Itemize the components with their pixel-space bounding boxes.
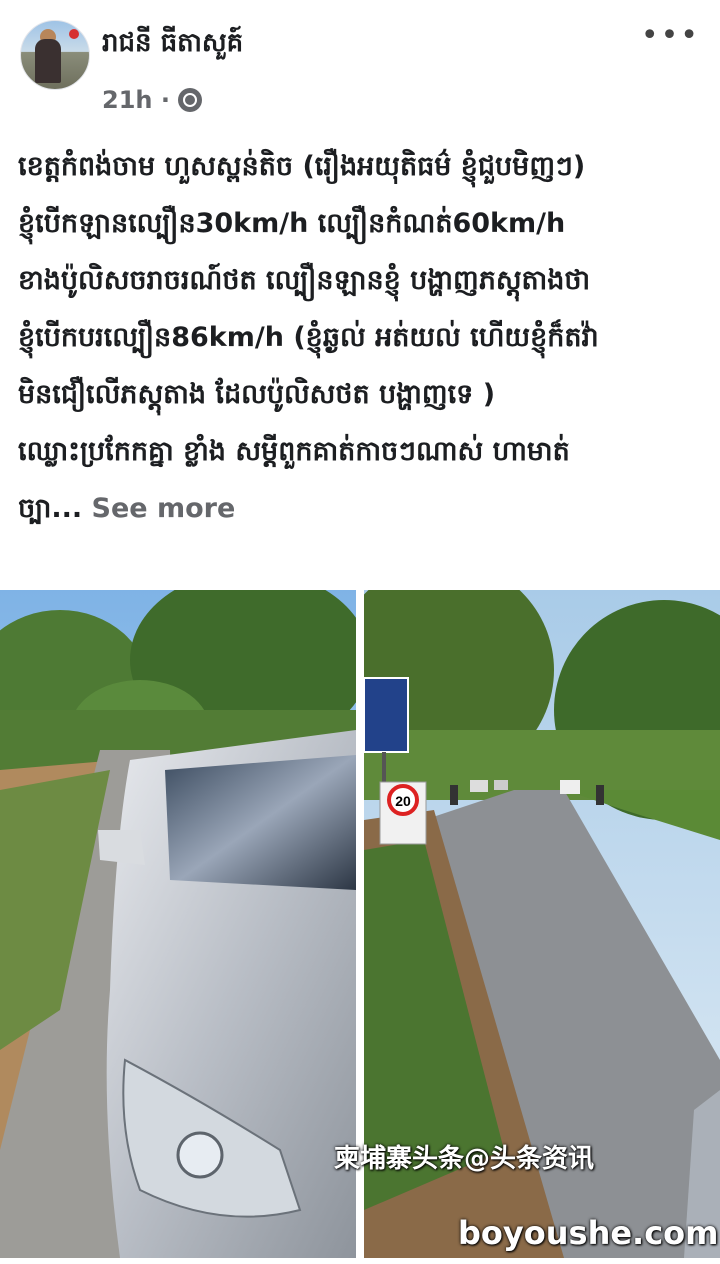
- speed-limit-value: 20: [395, 793, 411, 809]
- post-text: ខេត្តកំពង់ចាម ហួសស្ពន់តិច (រឿងអយុតិធម៌ ខ…: [18, 138, 702, 537]
- post-line: ខាងប៉ូលិសចរាចរណ៍ថត ល្បឿនឡានខ្ញុំ បង្ហាញភ…: [18, 265, 591, 296]
- more-options-icon[interactable]: •••: [641, 18, 700, 53]
- post-line: ឈ្លោះប្រកែកគ្នា ខ្លាំង សម្តីពួកគាត់កាចៗណ…: [18, 436, 570, 467]
- post-time[interactable]: 21h ·: [102, 86, 170, 114]
- globe-icon: [177, 88, 202, 112]
- watermark-cn: 柬埔寨头条@头条资讯: [334, 1144, 595, 1174]
- post-line: មិនជឿលើភស្តុតាង ដែលប៉ូលិសថត បង្ហាញទេ ): [18, 379, 496, 410]
- profile-avatar[interactable]: [20, 20, 90, 90]
- post-last-line: ច្បា...: [18, 493, 83, 524]
- post-line-last: ច្បា... See more: [18, 480, 702, 537]
- photo-car-image: [0, 590, 356, 1258]
- post-line: ខ្ញុំបើកបរល្បឿន86km/h (ខ្ញុំឆ្ងល់ អត់យល់…: [18, 322, 599, 353]
- avatar-body: [35, 39, 61, 83]
- watermark-site: boyoushe.com: [458, 1214, 719, 1252]
- see-more-link[interactable]: See more: [92, 493, 236, 524]
- post-line: ខេត្តកំពង់ចាម ហួសស្ពន់តិច (រឿងអយុតិធម៌ ខ…: [18, 151, 586, 182]
- post-line: ខ្ញុំបើកឡានល្បឿន30km/h ល្បឿនកំណត់60km/h: [18, 208, 566, 239]
- avatar-sign: [69, 29, 79, 39]
- author-name[interactable]: រាជនី ធីតាសួគ៍: [102, 26, 243, 64]
- post-meta: 21h ·: [102, 86, 202, 114]
- photo-car[interactable]: [0, 590, 356, 1258]
